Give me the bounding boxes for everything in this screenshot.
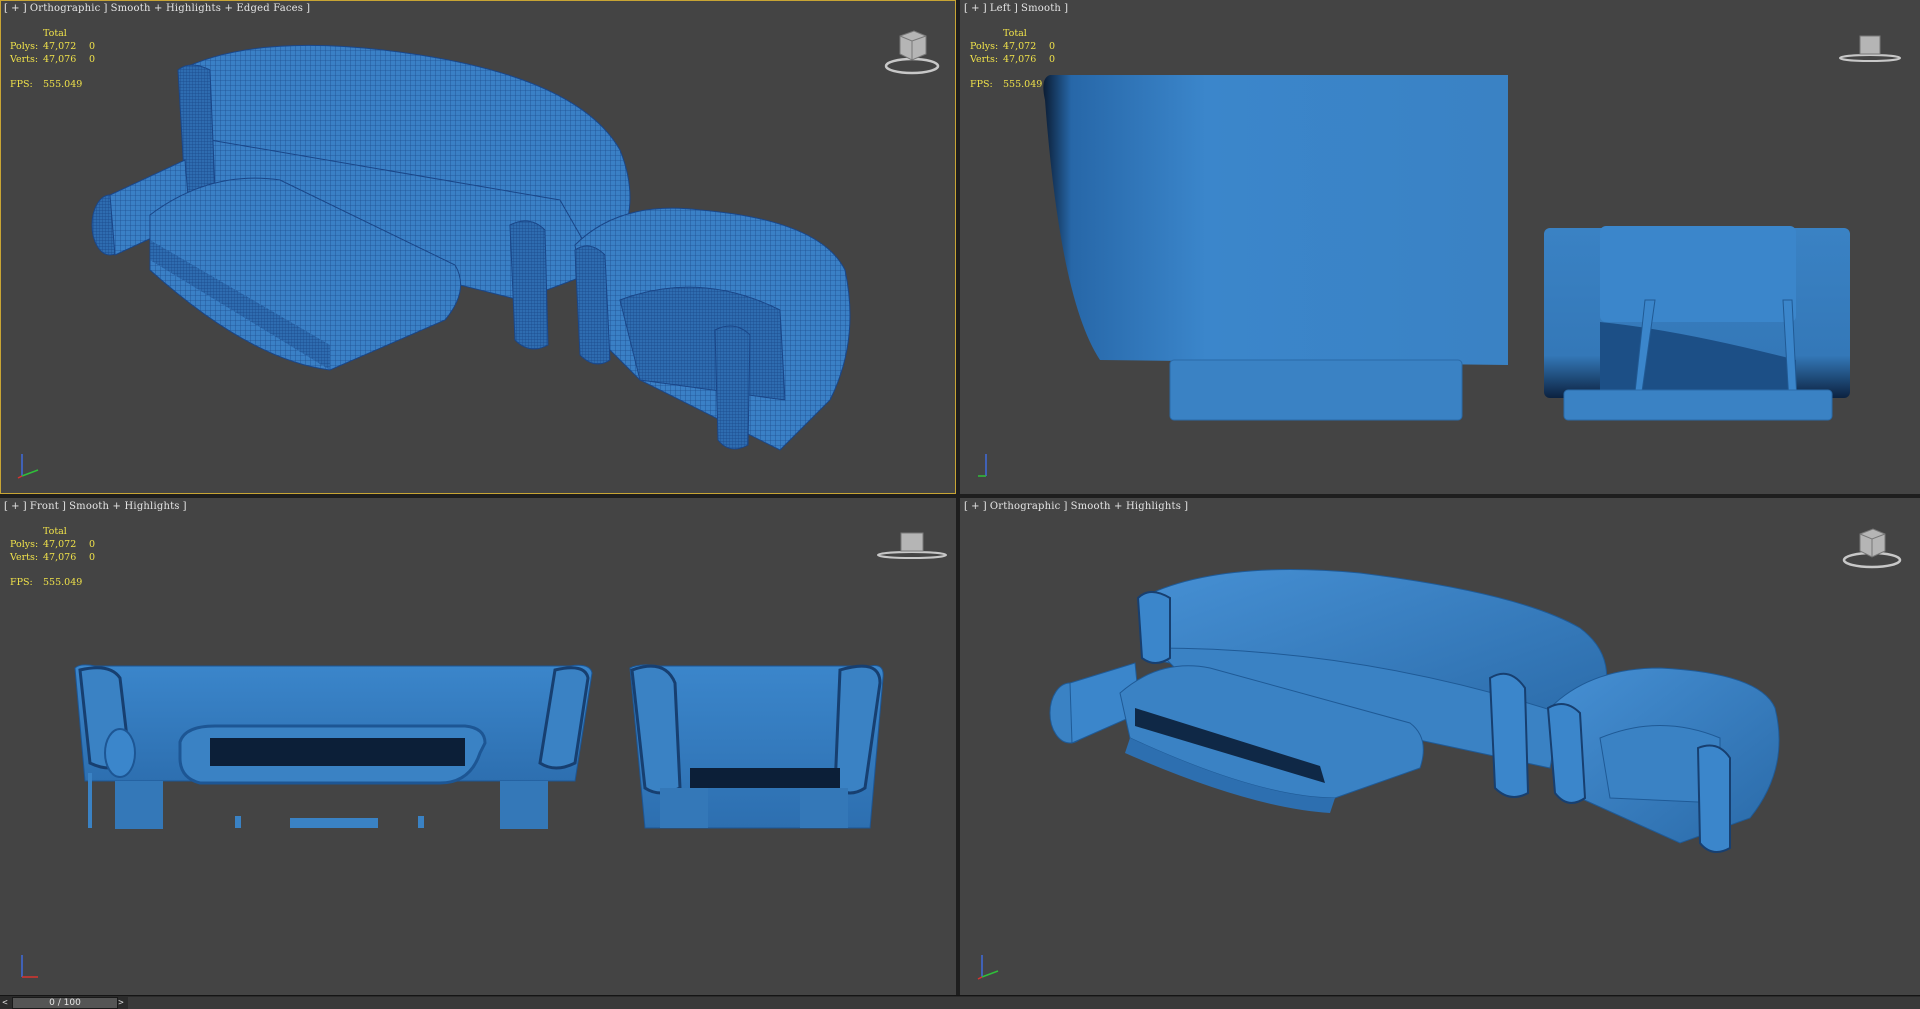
axis-tripod-icon	[21, 955, 38, 978]
verts-count: 47,076	[1003, 54, 1037, 65]
verts-label: Verts:	[970, 54, 999, 65]
viewport-orthographic-edged[interactable]: [+] Orthographic] Smooth + Highlights + Ed…	[0, 0, 956, 494]
viewport-point-of-view-menu[interactable]: Left	[990, 3, 1011, 14]
polys-label: Polys:	[10, 539, 39, 550]
time-slider[interactable]: 0 / 100	[12, 997, 118, 1009]
statistics-overlay: Total Polys: 47,072 0 Verts: 47,076 0 FPS: 55…	[10, 27, 95, 91]
statistics-overlay: Total Polys: 47,072 0 Verts: 47,076 0 FPS: 55…	[970, 27, 1055, 91]
polys-count: 47,072	[43, 539, 77, 550]
viewport-left[interactable]: [+] Left] Smooth] Total Polys: 47,072 0 Vert…	[960, 0, 1920, 494]
polys-count: 47,072	[43, 41, 77, 52]
label-separator: ]	[22, 3, 27, 14]
viewport-front[interactable]: [+] Front] Smooth + Highlights] Total Poly…	[0, 498, 956, 995]
label-bracket: [	[4, 3, 9, 14]
polys-label: Polys:	[10, 41, 39, 52]
viewport-orthographic-smooth[interactable]: [+] Orthographic] Smooth + Highlights]	[960, 498, 1920, 995]
polys-selected: 0	[1049, 41, 1056, 52]
verts-selected: 0	[1049, 54, 1056, 65]
label-bracket: ]	[1064, 3, 1069, 14]
label-bracket: [	[4, 501, 9, 512]
fps-label: FPS:	[10, 577, 33, 588]
viewport-general-menu[interactable]: +	[11, 501, 20, 512]
time-slider-bar: < 0 / 100 >	[0, 995, 1920, 1009]
label-bracket: ]	[182, 501, 187, 512]
verts-count: 47,076	[43, 54, 77, 65]
verts-label: Verts:	[10, 54, 39, 65]
verts-selected: 0	[89, 54, 96, 65]
label-separator: ]	[62, 501, 67, 512]
stats-header: Total	[43, 28, 67, 39]
viewport-shading-menu[interactable]: Smooth + Highlights + Edged Faces	[111, 3, 304, 14]
label-bracket: [	[964, 501, 969, 512]
viewport-shading-menu[interactable]: Smooth	[1021, 3, 1061, 14]
statistics-overlay: Total Polys: 47,072 0 Verts: 47,076 0 FPS: 55…	[10, 525, 95, 589]
stats-header: Total	[1003, 28, 1027, 39]
label-separator: ]	[982, 3, 987, 14]
previous-frame-button[interactable]: <	[0, 997, 10, 1009]
fps-value: 555.049	[43, 577, 83, 588]
viewcube-icon[interactable]	[882, 26, 942, 78]
label-separator: ]	[982, 501, 987, 512]
viewport-label: [+] Front] Smooth + Highlights]	[4, 501, 190, 512]
viewport-general-menu[interactable]: +	[971, 501, 980, 512]
label-bracket: [	[964, 3, 969, 14]
label-bracket: ]	[1184, 501, 1189, 512]
fps-value: 555.049	[43, 79, 83, 90]
verts-count: 47,076	[43, 552, 77, 563]
viewport-label: [+] Left] Smooth]	[964, 3, 1071, 14]
viewport-shading-menu[interactable]: Smooth + Highlights	[69, 501, 180, 512]
viewport-label: [+] Orthographic] Smooth + Highlights]	[964, 501, 1191, 512]
viewport-point-of-view-menu[interactable]: Orthographic	[990, 501, 1061, 512]
front-view-furniture-render	[74, 664, 884, 829]
viewcube-icon[interactable]	[1838, 30, 1902, 64]
fps-label: FPS:	[10, 79, 33, 90]
viewport-label: [+] Orthographic] Smooth + Highlights + Ed…	[4, 3, 313, 14]
verts-label: Verts:	[10, 552, 39, 563]
viewcube-icon[interactable]	[1840, 524, 1904, 572]
label-separator: ]	[1013, 3, 1019, 14]
viewport-point-of-view-menu[interactable]: Front	[30, 501, 59, 512]
polys-count: 47,072	[1003, 41, 1037, 52]
next-frame-button[interactable]: >	[116, 997, 126, 1009]
left-view-furniture-render	[1043, 75, 1850, 421]
axis-tripod-icon	[17, 454, 39, 479]
timeline-track[interactable]	[128, 997, 1920, 1009]
viewport-general-menu[interactable]: +	[971, 3, 980, 14]
polys-label: Polys:	[970, 41, 999, 52]
viewport-general-menu[interactable]: +	[11, 3, 20, 14]
polys-selected: 0	[89, 539, 96, 550]
wireframe-furniture-render	[91, 44, 851, 451]
axis-tripod-icon	[977, 955, 999, 980]
fps-value: 555.049	[1003, 79, 1043, 90]
stats-header: Total	[43, 526, 67, 537]
label-bracket: ]	[306, 3, 311, 14]
shaded-furniture-render	[1049, 569, 1780, 853]
label-separator: ]	[1063, 501, 1068, 512]
viewcube-icon[interactable]	[876, 528, 948, 562]
label-separator: ]	[22, 501, 27, 512]
polys-selected: 0	[89, 41, 96, 52]
label-separator: ]	[103, 3, 108, 14]
verts-selected: 0	[89, 552, 96, 563]
fps-label: FPS:	[970, 79, 993, 90]
axis-tripod-icon	[978, 454, 987, 477]
viewport-shading-menu[interactable]: Smooth + Highlights	[1071, 501, 1182, 512]
viewport-point-of-view-menu[interactable]: Orthographic	[30, 3, 101, 14]
